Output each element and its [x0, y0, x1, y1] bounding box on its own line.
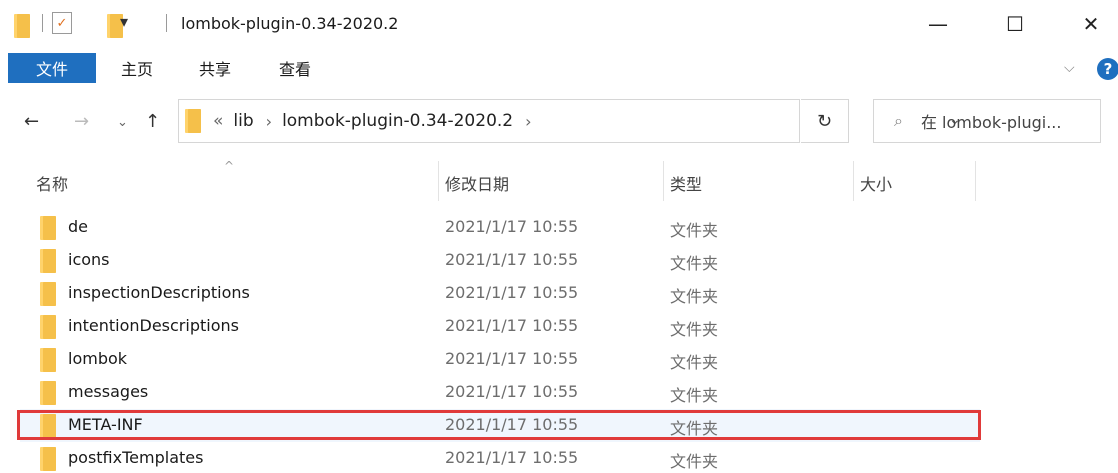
- folder-icon: [40, 249, 58, 273]
- file-name: de: [68, 217, 88, 236]
- column-headers: ^ 名称 修改日期 类型 大小: [0, 155, 1118, 207]
- chevron-right-icon[interactable]: ›: [525, 112, 531, 131]
- tab-file[interactable]: 文件: [8, 53, 96, 83]
- properties-icon[interactable]: ✓: [52, 12, 72, 34]
- recent-locations-icon[interactable]: ⌄: [117, 115, 128, 130]
- folder-icon: [40, 381, 58, 405]
- breadcrumb-overflow[interactable]: «: [213, 111, 223, 131]
- file-type: 文件夹: [670, 452, 719, 471]
- column-header-name[interactable]: 名称: [36, 171, 68, 195]
- column-resize-handle[interactable]: [663, 161, 664, 201]
- maximize-button[interactable]: ☐: [992, 8, 1038, 40]
- file-type: 文件夹: [670, 353, 719, 372]
- forward-icon[interactable]: →: [74, 111, 89, 132]
- chevron-right-icon[interactable]: ›: [266, 112, 272, 131]
- column-header-type[interactable]: 类型: [670, 171, 702, 195]
- file-type: 文件夹: [670, 287, 719, 306]
- sort-ascending-icon: ^: [224, 159, 235, 173]
- file-type: 文件夹: [670, 221, 719, 240]
- folder-icon: [40, 315, 58, 339]
- tab-view[interactable]: 查看: [270, 53, 320, 83]
- file-date: 2021/1/17 10:55: [445, 217, 579, 236]
- column-header-date[interactable]: 修改日期: [445, 171, 509, 195]
- list-item[interactable]: lombok 2021/1/17 10:55 文件夹: [20, 343, 980, 376]
- folder-icon: [40, 348, 58, 372]
- folder-icon: [40, 447, 58, 471]
- file-type: 文件夹: [670, 254, 719, 273]
- list-item[interactable]: messages 2021/1/17 10:55 文件夹: [20, 376, 980, 409]
- file-name: messages: [68, 382, 149, 401]
- list-item[interactable]: de 2021/1/17 10:55 文件夹: [20, 211, 980, 244]
- file-date: 2021/1/17 10:55: [445, 448, 579, 467]
- customize-quick-access-icon[interactable]: ▾: [120, 12, 128, 31]
- tab-share[interactable]: 共享: [190, 53, 240, 83]
- expand-ribbon-icon[interactable]: ⌵: [1064, 60, 1075, 76]
- tab-home[interactable]: 主页: [112, 53, 162, 83]
- list-item[interactable]: intentionDescriptions 2021/1/17 10:55 文件…: [20, 310, 980, 343]
- folder-icon: [40, 282, 58, 306]
- file-date: 2021/1/17 10:55: [445, 250, 579, 269]
- title-bar: ✓ ▾ lombok-plugin-0.34-2020.2 — ☐ ✕: [0, 0, 1118, 50]
- folder-icon: [185, 109, 203, 133]
- up-icon[interactable]: ↑: [145, 111, 160, 132]
- file-name: inspectionDescriptions: [68, 283, 250, 302]
- list-item[interactable]: postfixTemplates 2021/1/17 10:55 文件夹: [20, 442, 980, 473]
- breadcrumb-current[interactable]: lombok-plugin-0.34-2020.2: [282, 111, 513, 131]
- file-date: 2021/1/17 10:55: [445, 382, 579, 401]
- help-icon[interactable]: ?: [1097, 58, 1118, 80]
- file-date: 2021/1/17 10:55: [445, 349, 579, 368]
- search-placeholder: 在 lombok-plugi...: [920, 113, 1062, 132]
- column-resize-handle[interactable]: [438, 161, 439, 201]
- folder-icon: [40, 216, 58, 240]
- file-name: lombok: [68, 349, 128, 368]
- minimize-button[interactable]: —: [915, 8, 961, 40]
- window-title: lombok-plugin-0.34-2020.2: [181, 14, 399, 33]
- file-date: 2021/1/17 10:55: [445, 283, 579, 302]
- file-type: 文件夹: [670, 386, 719, 405]
- ribbon: 文件 主页 共享 查看 ⌵ ?: [0, 50, 1118, 90]
- navigation-bar: ← → ⌄ ↑ « lib › lombok-plugin-0.34-2020.…: [0, 95, 1118, 153]
- refresh-button[interactable]: ↻: [801, 99, 849, 143]
- list-item[interactable]: icons 2021/1/17 10:55 文件夹: [20, 244, 980, 277]
- back-icon[interactable]: ←: [24, 111, 39, 132]
- file-date: 2021/1/17 10:55: [445, 316, 579, 335]
- list-item[interactable]: inspectionDescriptions 2021/1/17 10:55 文…: [20, 277, 980, 310]
- address-bar[interactable]: « lib › lombok-plugin-0.34-2020.2 › ⌄: [178, 99, 961, 143]
- search-box[interactable]: ⌕ 在 lombok-plugi...: [873, 99, 1101, 143]
- folder-icon: [14, 14, 32, 38]
- refresh-icon: ↻: [816, 110, 833, 132]
- highlight-annotation-box: [17, 410, 981, 440]
- divider: [166, 14, 167, 32]
- file-name: icons: [68, 250, 110, 269]
- file-name: postfixTemplates: [68, 448, 204, 467]
- file-type: 文件夹: [670, 320, 719, 339]
- file-name: intentionDescriptions: [68, 316, 239, 335]
- column-header-size[interactable]: 大小: [860, 171, 892, 195]
- column-resize-handle[interactable]: [975, 161, 976, 201]
- divider: [42, 14, 43, 32]
- column-resize-handle[interactable]: [853, 161, 854, 201]
- search-icon: ⌕: [894, 111, 903, 130]
- close-button[interactable]: ✕: [1068, 8, 1114, 40]
- breadcrumb-lib[interactable]: lib: [233, 111, 253, 131]
